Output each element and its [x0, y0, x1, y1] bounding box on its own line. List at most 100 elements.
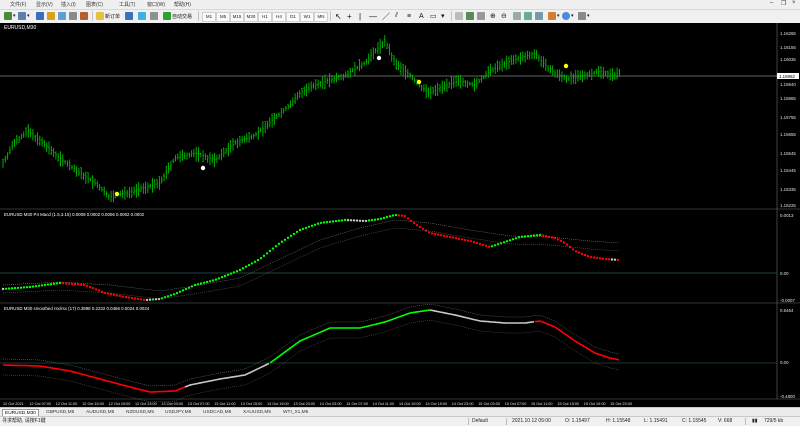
- menu-window[interactable]: 窗口(W): [147, 1, 165, 8]
- menu-view[interactable]: 显示(V): [36, 1, 53, 8]
- tab-xauusd[interactable]: XAUUSD,M5: [241, 409, 273, 416]
- time-tick: 15 Oct 15:00: [557, 402, 579, 406]
- macd-dot: [316, 222, 320, 225]
- tab-gbpusd[interactable]: GBPUSD,M5: [44, 409, 76, 416]
- minimize-icon[interactable]: –: [770, 0, 773, 6]
- macd-dot: [541, 234, 545, 237]
- menu-tools[interactable]: 工具(T): [119, 1, 135, 8]
- play-icon: [163, 12, 171, 20]
- macd-dot: [277, 242, 281, 245]
- macd-dot: [304, 226, 308, 230]
- macd-dot: [4, 287, 8, 290]
- editor-icon[interactable]: [125, 11, 134, 21]
- current-price-label: 1.15952: [779, 74, 795, 79]
- status-help: 寻求帮助, 请按F1键: [2, 418, 46, 424]
- tf-h1[interactable]: H1: [258, 12, 272, 22]
- macd-dot: [583, 253, 587, 257]
- macd-dot: [271, 247, 275, 250]
- time-tick: 14 Oct 19:00: [425, 402, 447, 406]
- indicators-icon[interactable]: ▾: [548, 11, 560, 21]
- profiles-icon[interactable]: ▾: [18, 11, 30, 21]
- autoscroll-icon[interactable]: [524, 11, 533, 21]
- macd-dot: [13, 286, 17, 290]
- zoom-in-icon[interactable]: ⊕: [490, 11, 496, 21]
- close-icon[interactable]: ×: [792, 0, 796, 6]
- menu-help[interactable]: 帮助(H): [174, 1, 191, 8]
- tf-m5[interactable]: M5: [216, 12, 230, 22]
- auto-trading-button[interactable]: 自动交易: [163, 11, 192, 21]
- chart-shift-icon[interactable]: [535, 11, 544, 21]
- macd-dot: [361, 219, 365, 223]
- horizontal-line-icon[interactable]: —: [369, 11, 377, 21]
- bar-chart-icon[interactable]: [455, 11, 464, 21]
- macd-dot: [598, 257, 602, 260]
- zoom-out-icon[interactable]: ⊖: [501, 11, 507, 21]
- tf-m30[interactable]: M30: [244, 12, 258, 22]
- vertical-line-icon[interactable]: |: [359, 11, 361, 21]
- price-tick: 1.15865: [780, 96, 796, 101]
- channel-icon[interactable]: ⫽: [395, 11, 398, 21]
- macd-dot: [229, 272, 233, 275]
- terminal-icon[interactable]: [69, 11, 78, 21]
- macd-label: EURUSD M30 P4 Macd (1.5,3.15) 0.0008 0.0…: [4, 212, 145, 217]
- macd-dot: [301, 227, 305, 231]
- navigator-icon[interactable]: [58, 11, 67, 21]
- tab-audusd[interactable]: AUDUSD,M5: [84, 409, 116, 416]
- crosshair-icon[interactable]: +: [347, 11, 352, 21]
- tab-wti[interactable]: WTI_X1,M5: [281, 409, 310, 416]
- global-icon[interactable]: [138, 11, 147, 21]
- chart-window[interactable]: EURUSD,M30 EURUSD M30 P4 Macd (1.5,3.15)…: [0, 23, 800, 407]
- data-window-icon[interactable]: [47, 11, 56, 21]
- status-traffic: 729/5 kb: [764, 418, 784, 424]
- tf-d1[interactable]: D1: [286, 12, 300, 22]
- price-tick: 1.15445: [780, 168, 796, 173]
- tab-usdjpy[interactable]: USDJPY,M5: [163, 409, 193, 416]
- macd-dot: [403, 214, 407, 218]
- tf-mn[interactable]: MN: [314, 12, 328, 22]
- trendline-icon[interactable]: ／: [382, 11, 390, 21]
- macd-dot: [460, 238, 464, 241]
- line-chart-icon[interactable]: [477, 11, 486, 21]
- toolbar: ▾ ▾ 新订单 自动交易 M1 M5 M15 M30 H1 H4 D1 W1 M…: [0, 10, 800, 24]
- menu-insert[interactable]: 插入(I): [61, 1, 76, 8]
- new-order-button[interactable]: 新订单: [96, 11, 120, 21]
- rsx-label: EURUSD M30 smoothed rsx/rsx (17) 0.3998 …: [4, 306, 150, 311]
- macd-dot: [580, 252, 584, 255]
- new-chart-icon[interactable]: ▾: [4, 11, 16, 21]
- macd-dot: [346, 219, 350, 222]
- macd-dot: [292, 232, 296, 236]
- autotrade-config-icon[interactable]: [150, 11, 159, 21]
- price-tick: 1.15225: [780, 203, 796, 208]
- macd-dot: [175, 291, 179, 295]
- periods-icon[interactable]: ▾: [562, 11, 574, 21]
- restore-icon[interactable]: ❐: [781, 0, 786, 7]
- tile-icon[interactable]: [513, 11, 522, 21]
- time-tick: 12 Oct 11:00: [56, 402, 77, 406]
- tf-w1[interactable]: W1: [300, 12, 314, 22]
- macd-dot: [397, 214, 401, 217]
- tf-h4[interactable]: H4: [272, 12, 286, 22]
- macd-dot: [385, 215, 389, 219]
- tf-m1[interactable]: M1: [202, 12, 216, 22]
- macd-dot: [298, 228, 302, 232]
- market-watch-icon[interactable]: [36, 11, 45, 21]
- tester-icon[interactable]: [80, 11, 89, 21]
- menu-file[interactable]: 文件(F): [10, 1, 26, 8]
- text-icon[interactable]: A: [419, 11, 424, 21]
- chart-canvas[interactable]: EURUSD,M30 EURUSD M30 P4 Macd (1.5,3.15)…: [0, 23, 800, 407]
- tab-usdcad[interactable]: USDCAD,M5: [201, 409, 233, 416]
- tf-m15[interactable]: M15: [230, 12, 244, 22]
- tab-nzdusd[interactable]: NZDUSD,M5: [124, 409, 156, 416]
- label-icon[interactable]: ▭: [430, 11, 437, 21]
- arrows-icon[interactable]: ▾: [441, 11, 445, 21]
- macd-dot: [394, 213, 398, 217]
- macd-dot: [178, 290, 182, 293]
- time-tick: 14 Oct 15:00: [399, 402, 421, 406]
- fibonacci-icon[interactable]: ≡: [407, 11, 411, 21]
- menu-charts[interactable]: 图表(C): [86, 1, 103, 8]
- templates-icon[interactable]: ▾: [578, 11, 590, 21]
- macd-dot: [421, 227, 425, 230]
- macd-dot: [343, 218, 347, 222]
- candles-icon[interactable]: [466, 11, 475, 21]
- cursor-icon[interactable]: ↖: [335, 11, 342, 21]
